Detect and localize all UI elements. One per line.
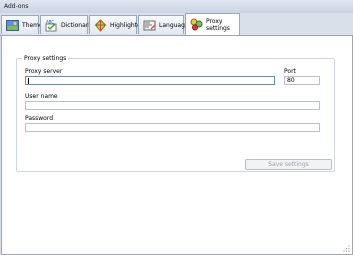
port-value: 80 — [287, 77, 295, 84]
username-input[interactable] — [25, 101, 320, 110]
window-title: Add-ons — [4, 3, 29, 10]
tab-dictionaries[interactable]: ABC Dictionaries — [40, 15, 97, 34]
languages-icon — [143, 19, 156, 32]
proxy-icon — [190, 18, 203, 31]
themes-icon — [6, 19, 19, 32]
highlighter-icon — [94, 18, 107, 32]
tab-highlighters[interactable]: Highlighters — [89, 15, 146, 34]
addons-window: Add-ons Themes ABC Dictionaries Highligh… — [0, 0, 353, 255]
tab-themes[interactable]: Themes — [1, 15, 46, 34]
dictionary-icon: ABC — [45, 19, 58, 32]
title-bar: Add-ons — [0, 0, 353, 14]
password-label: Password — [25, 115, 54, 122]
port-label: Port — [284, 68, 296, 75]
proxy-server-label: Proxy server — [25, 68, 63, 75]
resize-grip-icon[interactable] — [343, 245, 350, 252]
port-input[interactable]: 80 — [284, 76, 320, 85]
tab-strip: Themes ABC Dictionaries Highlighters Lan… — [0, 13, 353, 36]
password-input[interactable] — [25, 123, 320, 132]
svg-text:ABC: ABC — [46, 19, 54, 24]
tab-proxy-settings[interactable]: Proxy settings — [185, 13, 240, 35]
tab-label: Proxy settings — [206, 17, 230, 32]
text-caret — [28, 78, 29, 84]
username-label: User name — [25, 93, 58, 100]
tab-languages[interactable]: Languages — [138, 15, 192, 34]
save-settings-button[interactable]: Save settings — [245, 159, 332, 170]
proxy-settings-panel: Proxy settings Proxy server Port 80 User… — [1, 35, 353, 255]
save-settings-label: Save settings — [268, 161, 309, 168]
proxy-server-input[interactable] — [25, 76, 275, 85]
proxy-settings-group: Proxy settings Proxy server Port 80 User… — [16, 55, 335, 172]
group-title: Proxy settings — [22, 55, 69, 62]
